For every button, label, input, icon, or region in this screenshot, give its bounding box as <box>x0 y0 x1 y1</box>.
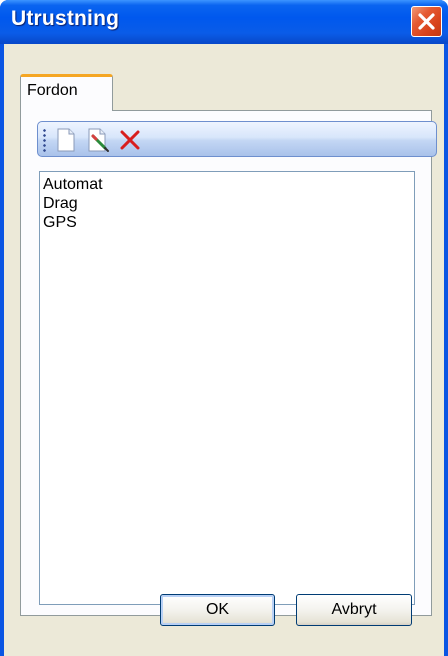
edit-icon <box>88 128 109 152</box>
close-icon <box>418 13 435 30</box>
list-item[interactable]: Drag <box>43 194 414 213</box>
cancel-button[interactable]: Avbryt <box>296 594 412 626</box>
toolbar-grip-handle[interactable] <box>43 128 46 152</box>
dialog-client-area: Fordon Automat Drag GPS OK Avbryt <box>4 44 444 656</box>
delete-icon <box>120 130 140 150</box>
equipment-listbox[interactable]: Automat Drag GPS <box>39 171 415 605</box>
edit-button[interactable] <box>84 126 112 154</box>
close-button[interactable] <box>411 6 442 37</box>
title-bar[interactable]: Utrustning <box>0 0 448 44</box>
new-document-icon <box>57 128 75 152</box>
list-item[interactable]: GPS <box>43 213 414 232</box>
new-button[interactable] <box>52 126 80 154</box>
tab-fordon[interactable]: Fordon <box>20 74 113 111</box>
tab-label: Fordon <box>27 82 78 99</box>
delete-button[interactable] <box>116 126 144 154</box>
list-item[interactable]: Automat <box>43 175 414 194</box>
ok-button[interactable]: OK <box>160 594 275 626</box>
tab-panel-fordon: Automat Drag GPS <box>20 110 437 616</box>
toolbar <box>37 121 437 157</box>
dialog-window: Utrustning Fordon Automat Drag GPS OK Av… <box>0 0 448 656</box>
window-title: Utrustning <box>11 7 120 30</box>
